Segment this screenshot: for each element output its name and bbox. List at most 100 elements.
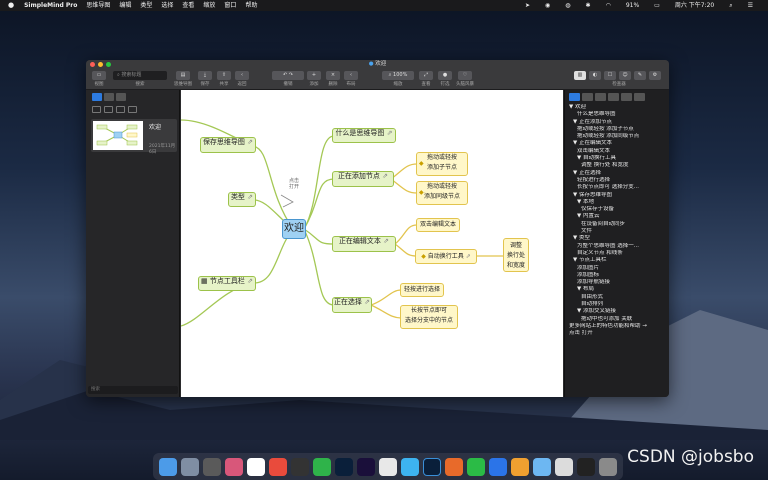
outline-item[interactable]: 调整 换行处 和宽度 bbox=[567, 162, 669, 169]
add-button[interactable]: + bbox=[307, 71, 321, 80]
outline-item[interactable]: 仅保存于设备 bbox=[567, 206, 669, 213]
document-icon[interactable] bbox=[555, 457, 573, 476]
chrome-icon[interactable] bbox=[379, 457, 397, 476]
zoom-control[interactable]: ⌕ 100% bbox=[382, 71, 414, 80]
fit-button[interactable]: ⤢ bbox=[419, 71, 433, 80]
photoshop-icon[interactable] bbox=[335, 457, 353, 476]
menu-edit[interactable]: 编辑 bbox=[119, 0, 131, 11]
node-tap-select[interactable]: 轻按进行选择 bbox=[400, 283, 444, 297]
outline-tab[interactable] bbox=[569, 93, 580, 101]
edit-icon[interactable] bbox=[313, 457, 331, 476]
outline-item[interactable]: ▼ 节点工具栏 bbox=[567, 257, 669, 264]
mindmap-canvas[interactable]: 保存思维导图 ⇗ 类型 ⇗ ▦ 节点工具栏 ⇗ 点击 打开 欢迎 什么是思维导图 … bbox=[181, 90, 563, 397]
settings-button[interactable]: ⚙ bbox=[649, 71, 661, 80]
save-button[interactable]: ⤓ bbox=[198, 71, 212, 80]
outline-item[interactable]: ▼ 保存思维导图 bbox=[567, 192, 669, 199]
close-button[interactable] bbox=[90, 62, 95, 67]
style-tab[interactable] bbox=[582, 93, 593, 101]
outline-item[interactable]: ▼ 类型 bbox=[567, 235, 669, 242]
outline-item[interactable]: 双击编辑文本 bbox=[567, 148, 669, 155]
menu-zoom[interactable]: 缩放 bbox=[203, 0, 215, 11]
emoji-button[interactable]: ☺ bbox=[619, 71, 631, 80]
local-tab[interactable] bbox=[92, 93, 102, 101]
node-save-mindmap[interactable]: 保存思维导图 ⇗ bbox=[200, 137, 256, 153]
brainstorm-button[interactable]: ♡ bbox=[458, 71, 472, 80]
node-auto-wrap[interactable]: ◆ 自动换行工具 ⇗ bbox=[415, 249, 477, 264]
document-item[interactable]: 欢迎 2021年11月6日 bbox=[91, 119, 177, 155]
node-center-welcome[interactable]: 欢迎 bbox=[282, 219, 306, 239]
node-type[interactable]: 类型 ⇗ bbox=[228, 192, 256, 207]
finder-icon[interactable] bbox=[159, 457, 177, 476]
outline-item[interactable]: ▼ 正在添加节点 bbox=[567, 119, 669, 126]
premiere-icon[interactable] bbox=[357, 457, 375, 476]
bluetooth-icon[interactable]: ✱ bbox=[586, 0, 591, 11]
home-icon[interactable] bbox=[116, 106, 125, 113]
outline-item[interactable]: ▼ 布局 bbox=[567, 286, 669, 293]
documents-search-input[interactable]: 搜索 bbox=[88, 386, 178, 394]
outline-item[interactable]: 在设备间自动同步 bbox=[567, 221, 669, 228]
search-icon[interactable]: ⌕ bbox=[729, 0, 732, 11]
system-prefs-icon[interactable] bbox=[203, 457, 221, 476]
outline-item[interactable]: ▼ 正在编辑文本 bbox=[567, 140, 669, 147]
view-button[interactable]: ▭ bbox=[92, 71, 106, 80]
wechat-icon[interactable]: ◉ bbox=[545, 0, 550, 11]
share-button[interactable]: ⇪ bbox=[217, 71, 231, 80]
menu-window[interactable]: 窗口 bbox=[224, 0, 236, 11]
inspector-outline-button[interactable]: ▥ bbox=[574, 71, 586, 80]
menu-view[interactable]: 查看 bbox=[182, 0, 194, 11]
wifi-icon[interactable]: ◠ bbox=[606, 0, 611, 11]
outline-item[interactable]: 点击 打开 bbox=[567, 330, 669, 337]
node-add-child[interactable]: ◆ 拖动或轻按 添加子节点 bbox=[416, 152, 468, 176]
pin-button[interactable]: ● bbox=[438, 71, 452, 80]
outline-item[interactable]: 更多网站上的特色功能和帮助 → bbox=[567, 323, 669, 330]
baidu-netdisk-icon[interactable] bbox=[401, 457, 419, 476]
simplemind-icon[interactable] bbox=[533, 457, 551, 476]
outline-item[interactable]: 拖动中也可添加 关联 bbox=[567, 316, 669, 323]
zoom-button[interactable] bbox=[106, 62, 111, 67]
terminal-icon[interactable] bbox=[577, 457, 595, 476]
video-icon[interactable] bbox=[269, 457, 287, 476]
undo-button[interactable]: ↶ ↷ bbox=[272, 71, 304, 80]
apple-menu-icon[interactable]: ● bbox=[8, 0, 14, 11]
outline-item[interactable]: ▼ 添加交叉链接 bbox=[567, 308, 669, 315]
node-what-is-mindmap[interactable]: 什么是思维导图 ⇗ bbox=[332, 128, 396, 143]
node-selecting[interactable]: 正在选择 ⇗ bbox=[332, 297, 372, 313]
minimize-button[interactable] bbox=[98, 62, 103, 67]
outline-item[interactable]: ▼ 欢迎 bbox=[567, 104, 669, 111]
back-button[interactable]: ‹ bbox=[235, 71, 249, 80]
final-cut-icon[interactable] bbox=[291, 457, 309, 476]
qq-icon[interactable] bbox=[247, 457, 265, 476]
outline-item[interactable]: ▼ 内置云 bbox=[567, 213, 669, 220]
mindmap-button[interactable]: ▤ bbox=[176, 71, 190, 80]
node-tab[interactable] bbox=[595, 93, 606, 101]
folder-tab[interactable] bbox=[104, 93, 114, 101]
search-input[interactable]: ⌕ 搜索标题 bbox=[113, 71, 167, 80]
outline-item[interactable]: 为整个思维导图 选择一... bbox=[567, 243, 669, 250]
colorful-app-icon[interactable] bbox=[511, 457, 529, 476]
location-icon[interactable]: ➤ bbox=[525, 0, 530, 11]
outline-item[interactable]: 自动排列 bbox=[567, 301, 669, 308]
node-style-button[interactable]: ☐ bbox=[604, 71, 616, 80]
style-button[interactable]: ◐ bbox=[589, 71, 601, 80]
qq-icon[interactable]: ◍ bbox=[565, 0, 570, 11]
slides-icon[interactable] bbox=[445, 457, 463, 476]
new-doc-icon[interactable] bbox=[92, 106, 101, 113]
notes-tab[interactable] bbox=[621, 93, 632, 101]
outline-item[interactable]: ▼ 本地 bbox=[567, 199, 669, 206]
node-toolbar[interactable]: ▦ 节点工具栏 ⇗ bbox=[198, 276, 256, 291]
new-folder-icon[interactable] bbox=[104, 106, 113, 113]
pen-button[interactable]: ✎ bbox=[634, 71, 646, 80]
image-tab[interactable] bbox=[634, 93, 645, 101]
outline-item[interactable]: 添加导航链接 bbox=[567, 279, 669, 286]
outline-item[interactable]: 自由形式 bbox=[567, 294, 669, 301]
messages-icon[interactable] bbox=[489, 457, 507, 476]
node-adding[interactable]: 正在添加节点 ⇗ bbox=[332, 171, 394, 187]
control-center-icon[interactable]: ☰ bbox=[748, 0, 753, 11]
app-menu[interactable]: SimpleMind Pro bbox=[24, 0, 77, 11]
photoshop-active-icon[interactable] bbox=[423, 457, 441, 476]
outline-item[interactable]: 自定义节点 和线条 bbox=[567, 250, 669, 257]
outline-item[interactable]: 长按节点即可 选择分支... bbox=[567, 184, 669, 191]
node-editing[interactable]: 正在编辑文本 ⇗ bbox=[332, 236, 396, 252]
import-icon[interactable] bbox=[128, 106, 137, 113]
outline-item[interactable]: ▼ 正在选择 bbox=[567, 170, 669, 177]
